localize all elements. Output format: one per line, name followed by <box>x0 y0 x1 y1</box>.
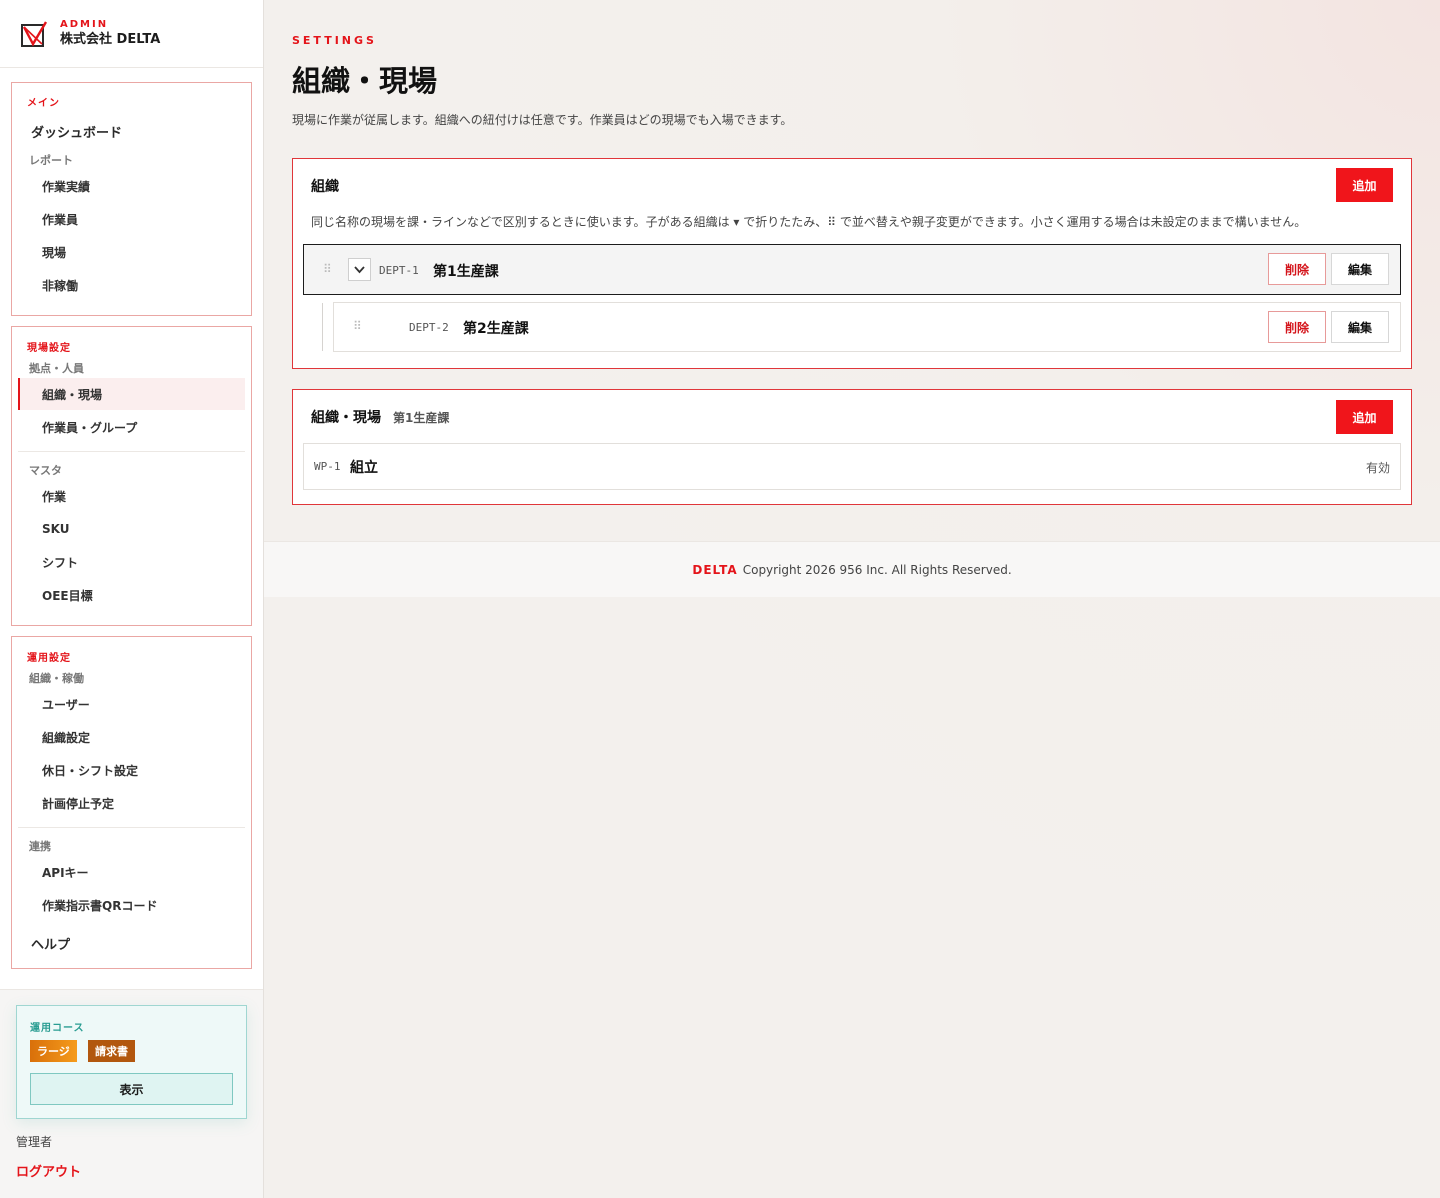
sidebar: ADMIN 株式会社 DELTA メイン ダッシュボード レポート 作業実績 作… <box>0 0 264 1198</box>
delete-org-button[interactable]: 削除 <box>1268 253 1326 285</box>
nav-section-title-main: メイン <box>27 98 60 109</box>
site-name: 組立 <box>350 460 378 476</box>
plan-badge-large: ラージ <box>30 1040 77 1062</box>
main-content: SETTINGS 組織・現場 現場に作業が従属します。組織への紐付けは任意です。… <box>264 0 1440 1198</box>
sidebar-item-work-results[interactable]: 作業実績 <box>18 170 245 202</box>
nav-section-title-ops: 運用設定 <box>27 653 71 664</box>
sidebar-item-holiday-shift[interactable]: 休日・シフト設定 <box>18 754 245 786</box>
site-card: 組織・現場 第1生産課 追加 WP-1 組立 有効 <box>292 389 1412 505</box>
org-code: DEPT-1 <box>379 264 419 277</box>
plan-badge-invoice: 請求書 <box>88 1040 135 1062</box>
sidebar-item-workers-groups[interactable]: 作業員・グループ <box>18 411 245 443</box>
nav-group-org-operation: 組織・稼働 <box>29 672 84 685</box>
tree-connector <box>322 303 323 351</box>
chevron-down-icon[interactable] <box>348 258 371 281</box>
edit-org-button[interactable]: 編集 <box>1331 311 1389 343</box>
edit-org-button[interactable]: 編集 <box>1331 253 1389 285</box>
delta-logo-icon <box>21 20 48 47</box>
page-description: 現場に作業が従属します。組織への紐付けは任意です。作業員はどの現場でも入場できま… <box>292 113 793 127</box>
sidebar-item-non-operation[interactable]: 非稼働 <box>18 269 245 301</box>
nav-divider <box>18 827 245 828</box>
org-name: 第2生産課 <box>463 321 529 337</box>
nav-group-bases: 拠点・人員 <box>29 362 84 375</box>
site-code: WP-1 <box>314 460 341 473</box>
sidebar-item-org-sites[interactable]: 組織・現場 <box>18 378 245 410</box>
sidebar-item-users[interactable]: ユーザー <box>18 688 245 720</box>
sidebar-item-planned-stop[interactable]: 計画停止予定 <box>18 787 245 819</box>
nav-section-main: メイン ダッシュボード レポート 作業実績 作業員 現場 非稼働 <box>11 82 252 316</box>
status-badge: 有効 <box>1365 461 1390 475</box>
sidebar-item-workers[interactable]: 作業員 <box>18 203 245 235</box>
brand-company-name: 株式会社 DELTA <box>60 31 161 47</box>
brand[interactable]: ADMIN 株式会社 DELTA <box>0 0 263 68</box>
sidebar-item-shifts[interactable]: シフト <box>18 546 245 578</box>
org-row-child[interactable]: ⠿ DEPT-2 第2生産課 削除 編集 <box>333 302 1401 352</box>
footer-brand: DELTA <box>692 562 738 577</box>
logout-link[interactable]: ログアウト <box>16 1161 81 1180</box>
add-org-button[interactable]: 追加 <box>1336 168 1393 202</box>
sidebar-item-org-settings[interactable]: 組織設定 <box>18 721 245 753</box>
nav-group-master: マスタ <box>29 464 62 477</box>
org-card-title: 組織 <box>311 179 339 195</box>
sidebar-item-api-keys[interactable]: APIキー <box>18 856 245 888</box>
drag-handle-icon[interactable]: ⠿ <box>353 319 362 333</box>
page-title: 組織・現場 <box>292 64 438 98</box>
site-card-subtitle: 第1生産課 <box>393 411 450 425</box>
sidebar-item-sku[interactable]: SKU <box>18 513 245 545</box>
footer-copyright: Copyright 2026 956 Inc. All Rights Reser… <box>742 562 1012 577</box>
nav-section-ops-settings: 運用設定 組織・稼働 ユーザー 組織設定 休日・シフト設定 計画停止予定 連携 … <box>11 636 252 969</box>
org-card: 組織 追加 同じ名称の現場を課・ラインなどで区別するときに使います。子がある組織… <box>292 158 1412 369</box>
nav-section-title-site: 現場設定 <box>27 343 71 354</box>
site-card-title: 組織・現場 第1生産課 <box>311 407 449 427</box>
nav-group-reports: レポート <box>29 154 73 167</box>
sidebar-item-oee-target[interactable]: OEE目標 <box>18 579 245 611</box>
sidebar-item-sites[interactable]: 現場 <box>18 236 245 268</box>
sidebar-item-dashboard[interactable]: ダッシュボード <box>31 122 122 141</box>
plan-area: 運用コース ラージ 請求書 表示 管理者 ログアウト <box>0 989 263 1198</box>
drag-handle-icon[interactable]: ⠿ <box>323 262 332 276</box>
site-row[interactable]: WP-1 組立 有効 <box>303 443 1401 490</box>
org-card-description: 同じ名称の現場を課・ラインなどで区別するときに使います。子がある組織は ▾ で折… <box>311 215 1307 229</box>
plan-view-button[interactable]: 表示 <box>30 1073 233 1105</box>
user-role: 管理者 <box>16 1135 53 1149</box>
nav-divider <box>18 451 245 452</box>
plan-title: 運用コース <box>30 1023 85 1034</box>
nav-group-integration: 連携 <box>29 840 51 853</box>
sidebar-item-qr-code[interactable]: 作業指示書QRコード <box>18 889 245 921</box>
delete-org-button[interactable]: 削除 <box>1268 311 1326 343</box>
page-eyebrow: SETTINGS <box>292 34 377 47</box>
site-card-title-text: 組織・現場 <box>311 410 381 426</box>
add-site-button[interactable]: 追加 <box>1336 400 1393 434</box>
org-name: 第1生産課 <box>433 264 499 280</box>
brand-admin-label: ADMIN <box>60 18 109 30</box>
sidebar-item-tasks[interactable]: 作業 <box>18 480 245 512</box>
nav-section-site-settings: 現場設定 拠点・人員 組織・現場 作業員・グループ マスタ 作業 SKU シフト… <box>11 326 252 626</box>
plan-box: 運用コース ラージ 請求書 表示 <box>16 1005 247 1119</box>
sidebar-item-help[interactable]: ヘルプ <box>31 934 70 953</box>
footer: DELTA Copyright 2026 956 Inc. All Rights… <box>264 541 1440 597</box>
org-row[interactable]: ⠿ DEPT-1 第1生産課 削除 編集 <box>303 244 1401 295</box>
org-code: DEPT-2 <box>409 321 449 334</box>
